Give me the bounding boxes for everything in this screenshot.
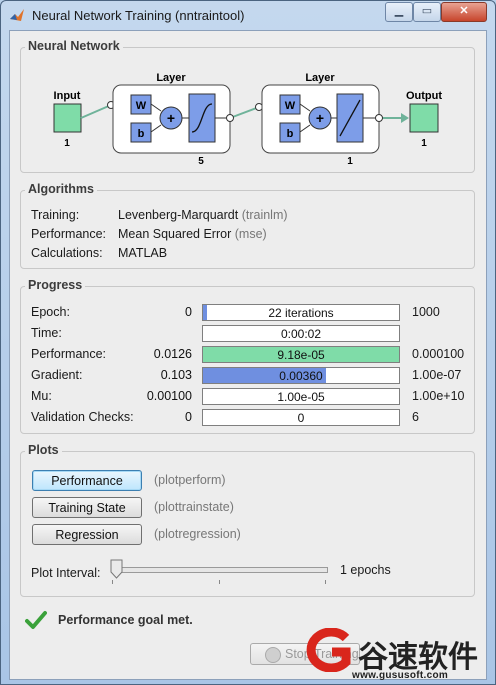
progress-end-value: 1.00e+10 bbox=[412, 389, 465, 403]
progress-label: Performance: bbox=[31, 347, 107, 361]
svg-text:b: b bbox=[287, 128, 294, 140]
link-1-2 bbox=[229, 106, 260, 119]
network-panel: Neural Network Input 1 Layer W b + 5 Lay… bbox=[20, 39, 475, 173]
gusu-logo bbox=[306, 628, 351, 672]
stop-icon bbox=[265, 646, 281, 663]
progress-bar-text: 22 iterations bbox=[268, 306, 334, 320]
plot-performance-code: (plotperform) bbox=[154, 473, 226, 487]
minimize-button[interactable]: ▁ bbox=[385, 2, 413, 22]
plot-performance-button[interactable]: Performance bbox=[32, 470, 142, 491]
plot-training-state-code: (plottrainstate) bbox=[154, 500, 234, 514]
svg-text:+: + bbox=[316, 110, 324, 126]
performance-label: Performance: bbox=[31, 227, 107, 241]
check-icon bbox=[25, 611, 47, 629]
progress-bar-text: 0:00:02 bbox=[280, 327, 322, 341]
progress-bar: 0 bbox=[202, 409, 400, 426]
progress-bar-text: 0 bbox=[297, 411, 305, 425]
maximize-button[interactable]: ▭ bbox=[413, 2, 441, 22]
close-button[interactable]: ✕ bbox=[441, 2, 487, 22]
maximize-icon: ▭ bbox=[421, 5, 433, 17]
input-node bbox=[53, 103, 82, 133]
progress-label: Mu: bbox=[31, 389, 52, 403]
training-label: Training: bbox=[31, 208, 80, 222]
progress-start-value: 0 bbox=[185, 410, 192, 424]
algorithms-section-title: Algorithms bbox=[25, 182, 97, 196]
progress-section-title: Progress bbox=[25, 278, 86, 292]
progress-bar-text: 1.00e-05 bbox=[277, 390, 325, 404]
plot-interval-label: Plot Interval: bbox=[31, 566, 101, 580]
progress-bar-text: 0.00360 bbox=[279, 369, 323, 383]
title-bar: Neural Network Training (nntraintool) ▁ … bbox=[1, 1, 495, 29]
output-size: 1 bbox=[421, 138, 427, 149]
layer2-label: Layer bbox=[305, 72, 335, 84]
progress-bar: 0.00360 bbox=[202, 367, 400, 384]
progress-end-value: 1000 bbox=[412, 305, 440, 319]
training-value: Levenberg-Marquardt (trainlm) bbox=[118, 208, 288, 222]
progress-start-value: 0.0126 bbox=[153, 347, 192, 361]
performance-value: Mean Squared Error (mse) bbox=[118, 227, 267, 241]
calculations-label: Calculations: bbox=[31, 246, 103, 260]
progress-end-value: 1.00e-07 bbox=[412, 368, 462, 382]
plot-regression-button[interactable]: Regression bbox=[32, 524, 142, 545]
input-connector bbox=[80, 104, 112, 119]
progress-label: Gradient: bbox=[31, 368, 83, 382]
network-diagram: Input 1 Layer W b + 5 Layer W b + 1 Outp… bbox=[53, 72, 442, 167]
plots-section-title: Plots bbox=[25, 443, 62, 457]
watermark-domain: www.gususoft.com bbox=[352, 670, 449, 681]
layer1-size: 5 bbox=[198, 156, 204, 167]
output-label: Output bbox=[406, 90, 442, 102]
input-size: 1 bbox=[64, 138, 70, 149]
layer1-label: Layer bbox=[156, 72, 186, 84]
progress-bar: 1.00e-05 bbox=[202, 388, 400, 405]
svg-text:W: W bbox=[285, 100, 296, 112]
plot-training-state-button[interactable]: Training State bbox=[32, 497, 142, 518]
svg-text:b: b bbox=[138, 128, 145, 140]
plot-interval-slider-thumb[interactable] bbox=[110, 559, 124, 579]
progress-start-value: 0.00100 bbox=[146, 389, 192, 403]
minimize-icon: ▁ bbox=[394, 5, 404, 17]
input-label: Input bbox=[54, 90, 81, 102]
progress-bar: 9.18e-05 bbox=[202, 346, 400, 363]
calculations-value: MATLAB bbox=[118, 246, 168, 260]
plot-interval-ticks bbox=[112, 580, 326, 584]
window-title: Neural Network Training (nntraintool) bbox=[32, 8, 245, 23]
plot-regression-code: (plotregression) bbox=[154, 527, 241, 541]
layer2-size: 1 bbox=[347, 156, 353, 167]
progress-label: Validation Checks: bbox=[31, 410, 134, 424]
status-message: Performance goal met. bbox=[58, 613, 193, 627]
progress-end-value: 0.000100 bbox=[412, 347, 465, 361]
progress-end-value: 6 bbox=[412, 410, 419, 424]
svg-text:+: + bbox=[167, 110, 175, 126]
close-icon: ✕ bbox=[459, 5, 469, 17]
progress-bar: 0:00:02 bbox=[202, 325, 400, 342]
progress-label: Time: bbox=[31, 326, 62, 340]
progress-bar: 22 iterations bbox=[202, 304, 400, 321]
progress-start-value: 0.103 bbox=[160, 368, 192, 382]
svg-text:W: W bbox=[136, 100, 147, 112]
progress-label: Epoch: bbox=[31, 305, 70, 319]
plot-interval-slider-track[interactable] bbox=[112, 567, 328, 573]
matlab-icon bbox=[10, 9, 24, 21]
progress-bar-text: 9.18e-05 bbox=[277, 348, 325, 362]
output-node bbox=[409, 103, 439, 133]
plot-interval-value: 1 epochs bbox=[340, 563, 391, 577]
progress-start-value: 0 bbox=[185, 305, 192, 319]
